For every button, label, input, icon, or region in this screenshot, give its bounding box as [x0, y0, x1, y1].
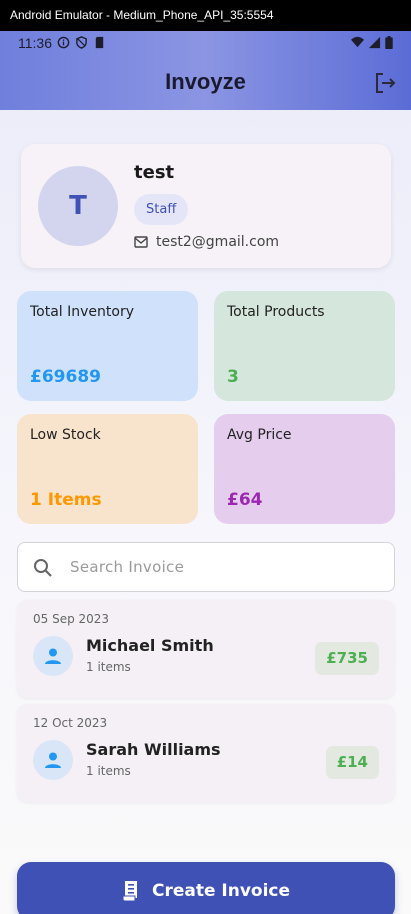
info-icon: [57, 36, 70, 49]
stat-value: 1 Items: [30, 490, 102, 510]
window-title-bar: Android Emulator - Medium_Phone_API_35:5…: [0, 0, 411, 31]
role-badge: Staff: [134, 194, 189, 225]
search-input[interactable]: [70, 543, 370, 591]
app-bar: 11:36 Invoyze: [0, 31, 411, 110]
create-invoice-button[interactable]: Create Invoice: [17, 862, 395, 914]
stat-value: 3: [227, 367, 239, 387]
stat-label: Avg Price: [227, 427, 292, 443]
stat-label: Total Products: [227, 304, 325, 320]
logout-icon[interactable]: [373, 71, 397, 95]
profile-name: test: [134, 162, 175, 183]
email-row: test2@gmail.com: [134, 234, 279, 250]
status-bar: 11:36: [0, 31, 411, 55]
person-icon: [33, 740, 73, 780]
shield-icon: [76, 36, 87, 49]
phone-screen: 11:36 Invoyze T test Staff test2@gmail.c…: [0, 31, 411, 914]
invoice-date: 05 Sep 2023: [33, 612, 110, 626]
stat-card-total-inventory[interactable]: Total Inventory £69689: [17, 291, 198, 401]
item-count: 1 items: [86, 764, 131, 778]
signal-icon: [368, 36, 381, 49]
invoice-date: 12 Oct 2023: [33, 716, 108, 730]
create-invoice-label: Create Invoice: [151, 881, 291, 901]
status-system-icons: [351, 36, 393, 49]
invoice-amount: £14: [325, 746, 379, 779]
invoice-amount: £735: [315, 642, 379, 675]
mail-icon: [134, 236, 148, 248]
wifi-icon: [351, 36, 364, 48]
app-title: Invoyze: [165, 69, 246, 94]
stat-value: £64: [227, 490, 263, 510]
window-title: Android Emulator - Medium_Phone_API_35:5…: [10, 8, 274, 22]
search-bar[interactable]: [17, 542, 395, 592]
stat-value: £69689: [30, 367, 101, 387]
stat-card-avg-price[interactable]: Avg Price £64: [214, 414, 395, 524]
profile-card: T test Staff test2@gmail.com: [21, 144, 391, 268]
status-time: 11:36: [18, 35, 52, 51]
invoice-card[interactable]: 12 Oct 2023 Sarah Williams 1 items £14: [17, 704, 395, 802]
customer-name: Michael Smith: [86, 636, 214, 655]
search-icon: [34, 559, 52, 577]
profile-email: test2@gmail.com: [156, 234, 280, 250]
sd-card-icon: [95, 36, 104, 49]
status-notification-icons: [57, 36, 106, 49]
customer-name: Sarah Williams: [86, 740, 221, 759]
stat-label: Total Inventory: [30, 304, 135, 320]
battery-icon: [385, 36, 393, 49]
avatar: T: [38, 166, 118, 246]
stat-card-total-products[interactable]: Total Products 3: [214, 291, 395, 401]
person-icon: [33, 636, 73, 676]
dashboard-content: T test Staff test2@gmail.com Total Inven…: [0, 110, 411, 914]
receipt-icon: [122, 881, 137, 902]
invoice-card[interactable]: 05 Sep 2023 Michael Smith 1 items £735: [17, 600, 395, 698]
stat-label: Low Stock: [30, 427, 101, 443]
stat-card-low-stock[interactable]: Low Stock 1 Items: [17, 414, 198, 524]
item-count: 1 items: [86, 660, 131, 674]
